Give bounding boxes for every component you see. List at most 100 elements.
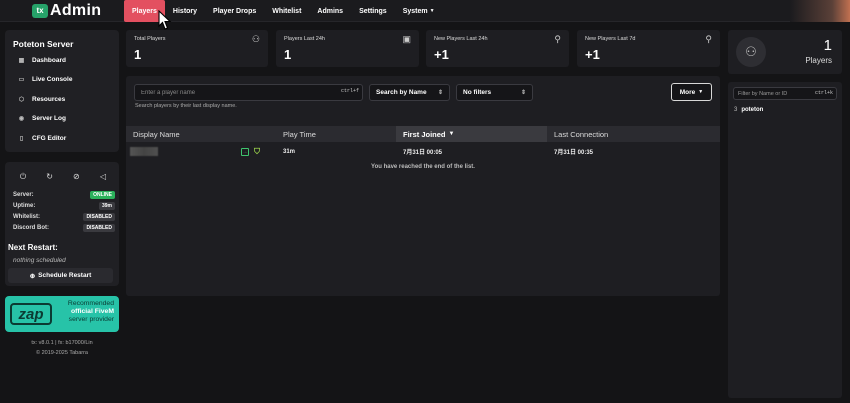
discord-badge: DISABLED [83, 224, 115, 232]
end-of-list-message: You have reached the end of the list. [371, 164, 475, 170]
restart-icon[interactable]: ↻ [44, 172, 56, 184]
zap-hosting-banner[interactable]: zap Recommended official FiveM server pr… [5, 296, 119, 332]
user-plus-icon: ⚲ [554, 34, 561, 44]
server-name: Poteton Server [13, 39, 74, 49]
nav-settings[interactable]: Settings [351, 0, 395, 22]
search-box: ctrl+f [134, 84, 363, 101]
sidebar-item-label: Live Console [32, 76, 73, 83]
sidebar-item-cfg-editor[interactable]: ▯ CFG Editor [17, 135, 66, 142]
sidebar-item-resources[interactable]: ⬡ Resources [17, 96, 65, 103]
power-off-icon[interactable]: ⏻ [17, 172, 29, 184]
search-help-text: Search players by their last display nam… [135, 103, 237, 109]
stat-value: 1 [134, 47, 142, 62]
row-icons: → ⛉ [241, 147, 260, 156]
stat-value: +1 [434, 47, 449, 62]
player-id: 3 [734, 107, 738, 113]
logo-mark: tx [32, 3, 48, 18]
zap-logo: zap [10, 303, 52, 325]
server-controls: ⏻ ↻ ⊘ ◁ [17, 172, 109, 184]
nav-admins[interactable]: Admins [309, 0, 351, 22]
cell-display-name: → ⛉ [126, 144, 276, 159]
promo-text: Recommended official FiveM server provid… [50, 300, 114, 324]
sidebar-item-label: Server Log [32, 115, 66, 122]
column-first-joined[interactable]: First Joined ▼ [396, 126, 547, 142]
online-players-card: ⚇ 1 Players [728, 30, 842, 74]
next-restart-value: nothing scheduled [13, 257, 66, 264]
player-filter-input[interactable] [738, 89, 808, 99]
nav-system[interactable]: System ▼ [395, 0, 443, 22]
status-whitelist-row: Whitelist: DISABLED [13, 213, 115, 221]
nav-player-drops[interactable]: Player Drops [205, 0, 264, 22]
nav-whitelist[interactable]: Whitelist [264, 0, 309, 22]
promo-line-2: official FiveM [70, 308, 114, 315]
status-server-row: Server: ONLINE [13, 191, 115, 199]
chevron-down-icon: ▼ [429, 8, 435, 14]
column-last-connection[interactable]: Last Connection [547, 126, 720, 142]
sidebar-item-label: Resources [32, 96, 66, 103]
chevron-updown-icon: ⇕ [520, 90, 526, 96]
schedule-restart-button[interactable]: ⊕ Schedule Restart [8, 268, 113, 283]
stat-label: Total Players [134, 36, 166, 42]
more-button[interactable]: More ▼ [671, 83, 712, 101]
megaphone-icon[interactable]: ◁ [97, 172, 109, 184]
status-label: Uptime: [13, 203, 36, 209]
users-icon: ⚇ [736, 37, 766, 67]
more-label: More [679, 88, 696, 96]
txadmin-logo[interactable]: tx Admin [32, 2, 101, 19]
filters-value: No filters [463, 89, 492, 96]
chevron-down-icon: ▼ [698, 89, 704, 95]
filter-shortcut: ctrl+k [814, 90, 833, 96]
uptime-badge: 39m [98, 202, 115, 210]
dashboard-icon: ▦ [18, 58, 25, 64]
promo-line-1: Recommended [67, 300, 114, 307]
stat-label: Players Last 24h [284, 36, 325, 42]
status-label: Discord Bot: [13, 225, 49, 231]
stat-new-players-24h: New Players Last 24h +1 ⚲ [426, 30, 569, 67]
sort-desc-icon: ▼ [448, 131, 455, 137]
table-header: Display Name Play Time First Joined ▼ La… [126, 126, 720, 142]
plus-circle-icon: ⊕ [29, 272, 36, 280]
top-bar: tx Admin Players History Player Drops Wh… [0, 0, 850, 22]
table-row[interactable]: → ⛉ 31m 7月31日 00:05 7月31日 00:35 [126, 144, 720, 159]
whitelist-badge: DISABLED [83, 213, 115, 221]
mouse-cursor-icon [158, 10, 172, 30]
server-menu-card: Poteton Server ▦ Dashboard ▭ Live Console … [5, 30, 119, 152]
sidebar-item-label: CFG Editor [32, 135, 67, 142]
sidebar-item-dashboard[interactable]: ▦ Dashboard [17, 57, 66, 64]
player-filter-box: ctrl+k [733, 87, 837, 100]
search-by-select[interactable]: Search by Name ⇕ [369, 84, 450, 101]
column-display-name[interactable]: Display Name [126, 126, 276, 142]
stat-label: New Players Last 24h [434, 36, 488, 42]
online-icon: → [241, 147, 249, 156]
promo-line-3: server provider [68, 316, 114, 323]
copyright: © 2019-2025 Tabarra [36, 350, 88, 356]
next-restart-title: Next Restart: [8, 243, 58, 252]
column-play-time[interactable]: Play Time [276, 126, 396, 142]
status-label: Whitelist: [13, 214, 40, 220]
online-player-list: ctrl+k 3poteton [728, 82, 842, 398]
players-panel: ctrl+f Search players by their last disp… [126, 76, 720, 296]
cell-last-connection: 7月31日 00:35 [554, 150, 594, 156]
stat-players-last-24h: Players Last 24h 1 ▣ [276, 30, 419, 67]
sidebar-item-live-console[interactable]: ▭ Live Console [17, 76, 73, 83]
search-by-value: Search by Name [376, 89, 427, 96]
stat-new-players-7d: New Players Last 7d +1 ⚲ [577, 30, 720, 67]
status-label: Server: [13, 192, 34, 198]
terminal-icon: ▭ [18, 77, 25, 83]
search-shortcut: ctrl+f [340, 88, 359, 94]
sidebar-item-server-log[interactable]: ◉ Server Log [17, 115, 66, 122]
eye-off-icon[interactable]: ⊘ [70, 172, 82, 184]
user-avatar[interactable] [790, 0, 850, 22]
nav-system-label: System [402, 7, 428, 15]
column-label: First Joined [403, 129, 446, 139]
status-discord-row: Discord Bot: DISABLED [13, 224, 115, 232]
filters-select[interactable]: No filters ⇕ [456, 84, 533, 101]
list-item[interactable]: 3 poteton [734, 107, 763, 113]
player-name: poteton [741, 107, 764, 113]
player-search-input[interactable] [141, 87, 331, 99]
stat-value: 1 [284, 47, 292, 62]
stat-value: +1 [585, 47, 600, 62]
chevron-updown-icon: ⇕ [437, 90, 443, 96]
blurred-player-name [130, 147, 158, 156]
file-icon: ▯ [19, 136, 24, 142]
